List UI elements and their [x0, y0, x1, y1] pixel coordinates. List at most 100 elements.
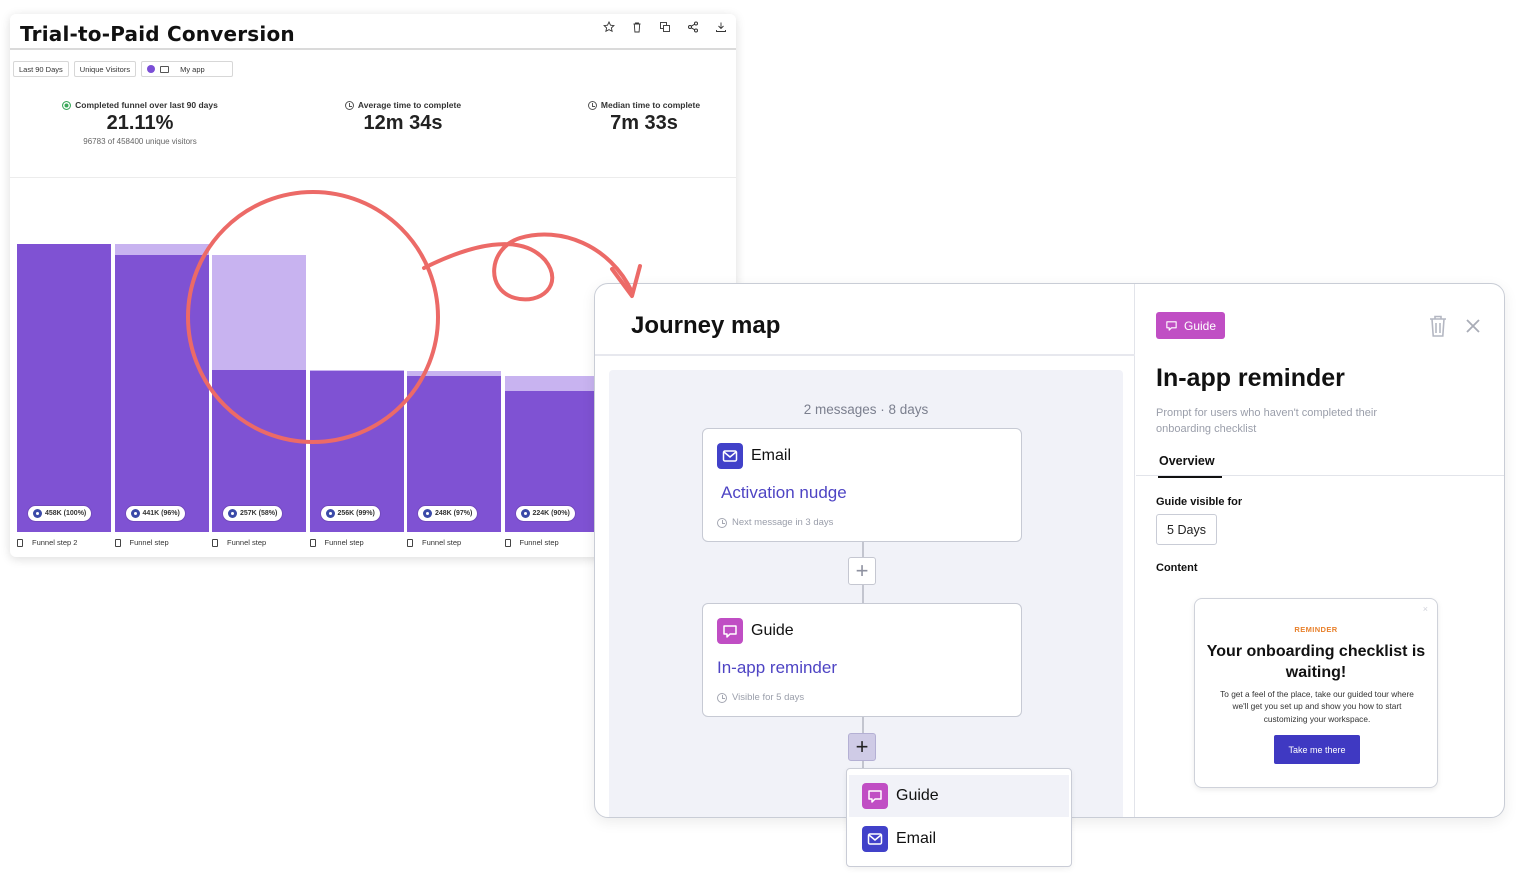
- page-icon: [17, 538, 23, 547]
- preview-title: Your onboarding checklist is waiting!: [1206, 643, 1426, 681]
- download-icon[interactable]: [714, 20, 728, 34]
- bar-value-label: 248K (97%): [418, 506, 478, 521]
- option-label: Guide: [896, 787, 939, 804]
- bar-value-label: 257K (58%): [223, 506, 283, 521]
- funnel-bar[interactable]: 458K (100%): [17, 14, 111, 532]
- bar-value-text: 257K (58%): [240, 510, 278, 517]
- funnel-bar[interactable]: 224K (90%): [504, 14, 599, 532]
- journey-title: Journey map: [631, 312, 781, 339]
- funnel-metrics: Completed funnel over last 90 days 21.11…: [10, 100, 736, 178]
- visible-for-label: Guide visible for: [1156, 496, 1243, 508]
- bar-value-text: 248K (97%): [435, 510, 473, 517]
- period-filter[interactable]: Last 90 Days: [13, 61, 69, 77]
- journey-map-card: Journey map 2 messages · 8 days Email Ac…: [594, 283, 1505, 818]
- close-icon[interactable]: [1465, 318, 1481, 334]
- converted-segment: [114, 255, 209, 532]
- connector-line: [862, 585, 864, 603]
- step-icon: [130, 509, 140, 518]
- bar-value-text: 441K (96%): [142, 510, 180, 517]
- divider: [595, 354, 1135, 356]
- converted-segment: [17, 244, 111, 532]
- share-icon[interactable]: [686, 20, 700, 34]
- step-name: Funnel step: [129, 538, 169, 547]
- metric-label: Completed funnel over last 90 days: [75, 100, 218, 110]
- bar-value-text: 224K (90%): [532, 510, 570, 517]
- envelope-icon: [862, 826, 888, 852]
- add-guide-option[interactable]: Guide: [849, 775, 1069, 817]
- metric-value: 21.11%: [106, 112, 174, 134]
- report-filters: Last 90 Days Unique Visitors My app: [13, 61, 234, 77]
- chat-bubble-icon: [1166, 321, 1177, 331]
- app-filter[interactable]: My app: [141, 61, 234, 77]
- funnel-bar[interactable]: 248K (97%): [407, 14, 501, 532]
- message-meta: Next message in 3 days: [732, 517, 834, 528]
- add-step-button-active[interactable]: +: [848, 733, 876, 761]
- message-type: Email: [751, 447, 792, 464]
- app-color-dot: [147, 65, 156, 73]
- funnel-bar[interactable]: 256K (99%): [309, 14, 404, 532]
- metric-value: 12m 34s: [363, 112, 443, 134]
- monitor-icon: [160, 65, 170, 73]
- bar-value-label: 224K (90%): [515, 506, 575, 521]
- take-me-there-button[interactable]: Take me there: [1274, 735, 1360, 764]
- metric-value: 7m 33s: [610, 112, 678, 134]
- bar-value-label: 441K (96%): [125, 506, 185, 521]
- page-icon: [309, 538, 316, 547]
- star-icon[interactable]: [602, 20, 616, 34]
- funnel-bar[interactable]: 441K (96%): [114, 14, 209, 532]
- page-icon: [212, 538, 218, 547]
- badge-label: Guide: [1184, 318, 1217, 333]
- step-icon: [325, 509, 335, 518]
- add-step-button[interactable]: +: [848, 557, 876, 585]
- connector-line: [862, 542, 864, 557]
- bar-value-text: 458K (100%): [45, 510, 87, 517]
- clock-icon: [344, 100, 354, 110]
- journey-summary: 2 messages · 8 days: [803, 402, 929, 417]
- completed-metric: Completed funnel over last 90 days 21.11…: [54, 100, 226, 146]
- funnel-step-label: Funnel step: [504, 538, 559, 547]
- panel-title: In-app reminder: [1156, 364, 1345, 392]
- report-header: Trial-to-Paid Conversion: [10, 14, 736, 50]
- guide-message-card[interactable]: Guide In-app reminder Visible for 5 days: [702, 603, 1022, 717]
- message-name[interactable]: Activation nudge: [721, 483, 847, 503]
- step-name: Funnel step: [422, 538, 462, 547]
- step-name: Funnel step: [324, 538, 364, 547]
- envelope-icon: [717, 443, 743, 469]
- report-actions: [602, 20, 728, 34]
- message-detail-panel: Guide In-app reminder Prompt for users w…: [1136, 284, 1504, 817]
- step-icon: [33, 509, 42, 518]
- median-time-metric: Median time to complete 7m 33s: [580, 100, 708, 135]
- funnel-step-label: Funnel step: [114, 538, 169, 547]
- journey-canvas: 2 messages · 8 days Email Activation nud…: [609, 370, 1123, 817]
- check-circle-icon: [62, 100, 72, 110]
- average-time-metric: Average time to complete 12m 34s: [336, 100, 470, 135]
- message-meta: Visible for 5 days: [732, 692, 805, 703]
- option-label: Email: [896, 830, 937, 847]
- funnel-bar[interactable]: 257K (58%): [212, 14, 306, 532]
- report-title: Trial-to-Paid Conversion: [20, 22, 295, 46]
- app-filter-label: My app: [180, 64, 205, 74]
- preview-close-icon[interactable]: ×: [1423, 604, 1428, 614]
- page-icon: [504, 538, 511, 547]
- page-icon: [407, 538, 413, 547]
- funnel-step-label: Funnel step 2: [17, 538, 77, 547]
- visible-days-field[interactable]: 5 Days: [1156, 514, 1217, 545]
- preview-body: To get a feel of the place, take our gui…: [1220, 689, 1414, 724]
- step-icon: [520, 509, 530, 518]
- journey-map-pane: Journey map 2 messages · 8 days Email Ac…: [595, 284, 1135, 817]
- add-email-option[interactable]: Email: [849, 818, 1069, 860]
- email-message-card[interactable]: Email Activation nudge Next message in 3…: [702, 428, 1022, 542]
- trash-icon[interactable]: [630, 20, 644, 34]
- message-name[interactable]: In-app reminder: [717, 658, 837, 678]
- page-icon: [114, 538, 121, 547]
- step-icon: [228, 509, 237, 518]
- preview-kicker: REMINDER: [1294, 625, 1338, 634]
- panel-description: Prompt for users who haven't completed t…: [1156, 407, 1377, 435]
- step-name: Funnel step: [227, 538, 267, 547]
- add-step-menu: Guide Email: [846, 768, 1072, 867]
- trash-icon[interactable]: [1427, 314, 1449, 338]
- metric-filter[interactable]: Unique Visitors: [73, 61, 137, 77]
- copy-icon[interactable]: [658, 20, 672, 34]
- connector-line: [862, 717, 864, 733]
- chat-bubble-icon: [862, 783, 888, 809]
